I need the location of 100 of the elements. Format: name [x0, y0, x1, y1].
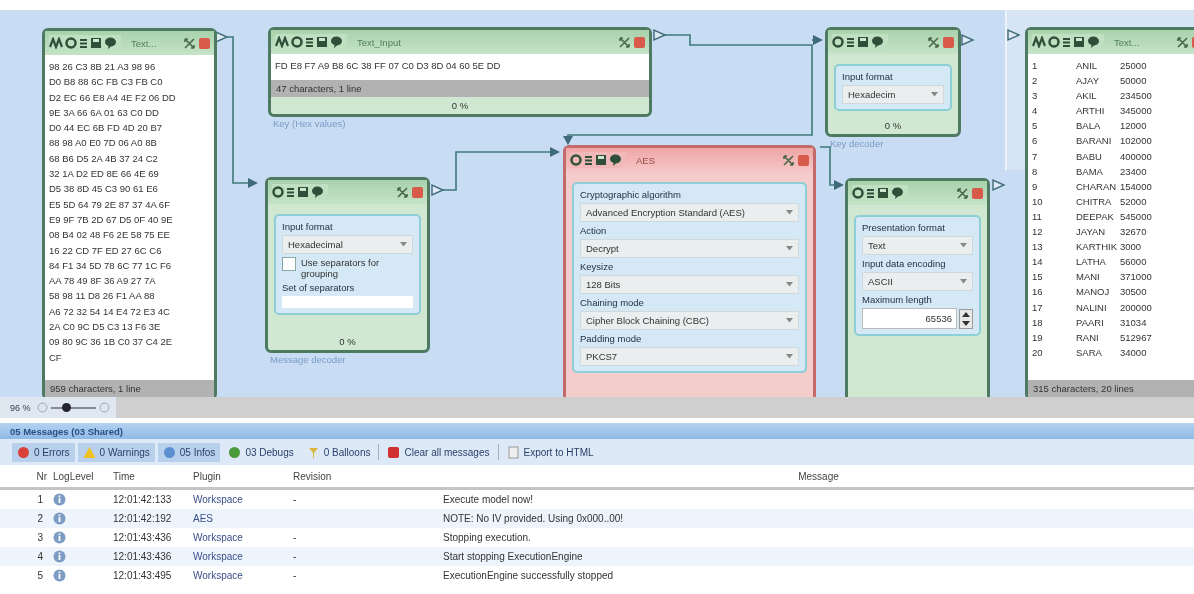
amount-text: 34000 [1120, 345, 1148, 360]
maximize-icon[interactable] [957, 187, 968, 199]
save-icon[interactable] [877, 187, 889, 199]
error-icon [17, 445, 30, 459]
name-text: BABU [1076, 149, 1103, 164]
port-icon[interactable] [961, 33, 975, 47]
row-number: 20 [1032, 345, 1044, 360]
list-icon[interactable] [866, 187, 875, 199]
setting-label: Cryptographic algorithm [580, 189, 682, 200]
gear-icon[interactable] [272, 186, 284, 198]
dropdown[interactable]: PKCS7 [580, 347, 799, 366]
toolbar-button[interactable]: Export to HTML [501, 442, 599, 462]
gear-icon[interactable] [852, 187, 864, 199]
row-number: 16 [1032, 285, 1044, 300]
port-icon[interactable] [653, 28, 667, 42]
text-line: D2 EC 66 E8 A4 4E F2 06 DD [49, 90, 177, 105]
maximize-icon[interactable] [928, 36, 939, 48]
save-icon[interactable] [297, 186, 309, 198]
dropdown[interactable]: Text [862, 236, 973, 255]
list-icon[interactable] [79, 37, 88, 49]
save-icon[interactable] [857, 36, 869, 48]
gear-icon[interactable] [65, 37, 77, 49]
zoom-slider[interactable] [50, 406, 96, 409]
slider-thumb[interactable] [62, 402, 72, 412]
speech-bubble-icon[interactable] [609, 154, 622, 166]
zigzag-icon[interactable] [1032, 36, 1046, 48]
row-number: 9 [1032, 179, 1039, 194]
column-header[interactable]: LogLevel [53, 470, 113, 482]
plugin-node[interactable]: AES Cryptographic algorithm Advanced Encryption Standard (AES) Action Decrypt Keysize 128 Bits Chaining mode Cipher Block Chaining (CBC) Padding mode PKCS7 [563, 145, 816, 397]
port-icon[interactable] [431, 183, 445, 197]
maximize-icon[interactable] [783, 154, 794, 166]
plugin-node[interactable]: Presentation format Text Input data encoding ASCII Maximum length 65536 [845, 178, 990, 397]
dropdown[interactable]: Advanced Encryption Standard (AES) [580, 203, 799, 222]
scroll-bar[interactable]: 96 % [0, 397, 1194, 418]
save-icon[interactable] [595, 154, 607, 166]
text-line: 68 B6 D5 2A 4B 37 24 C2 [49, 151, 159, 166]
list-icon[interactable] [286, 186, 295, 198]
text-line: 09 80 9C 36 1B C0 37 C4 2E [49, 335, 174, 350]
save-icon[interactable] [316, 36, 328, 48]
column-header[interactable]: Time [113, 470, 193, 482]
spinner-button[interactable] [959, 308, 973, 329]
port-icon[interactable] [1007, 28, 1021, 42]
speech-bubble-icon[interactable] [104, 37, 117, 49]
text-area[interactable]: FD E8 F7 A9 B8 6C 38 FF 07 C0 D3 8D 04 60 5E DD [271, 54, 649, 80]
dropdown[interactable]: Hexadecim [842, 85, 944, 104]
name-text: MANI [1076, 270, 1101, 285]
speech-bubble-icon[interactable] [311, 186, 324, 198]
dropdown[interactable]: ASCII [862, 272, 973, 291]
speech-bubble-icon[interactable] [330, 36, 343, 48]
maximize-icon[interactable] [184, 37, 195, 49]
gear-icon[interactable] [570, 154, 582, 166]
text-line: 16 22 CD 7F ED 27 6C C6 [49, 243, 163, 258]
setting-label: Input format [282, 221, 334, 232]
amount-text: 50000 [1120, 74, 1148, 89]
zigzag-icon[interactable] [275, 36, 289, 48]
column-header[interactable]: Message [443, 470, 1194, 482]
filter-button[interactable]: 0 Balloons [301, 442, 376, 462]
column-header[interactable]: Revision [293, 470, 443, 482]
maximize-icon[interactable] [397, 186, 408, 198]
list-icon[interactable] [846, 36, 855, 48]
gear-icon[interactable] [291, 36, 303, 48]
caret-icon [960, 243, 967, 248]
dropdown[interactable]: Decrypt [580, 239, 799, 258]
column-header[interactable]: Plugin [193, 470, 293, 482]
setting-label: Chaining mode [580, 297, 645, 308]
zigzag-icon[interactable] [49, 37, 63, 49]
speech-bubble-icon[interactable] [871, 36, 884, 48]
maximize-icon[interactable] [619, 36, 630, 48]
column-header[interactable]: Nr [8, 470, 53, 482]
table-cell-text: NOTE: No IV provided. Using 0x000..00! [443, 513, 625, 524]
checkbox[interactable] [282, 257, 296, 271]
save-icon[interactable] [1073, 36, 1085, 48]
clear-icon [387, 445, 401, 459]
info-icon [53, 512, 66, 525]
filter-button[interactable]: 0 Warnings [77, 442, 155, 462]
amount-text: 234500 [1120, 89, 1153, 104]
table-cell-text: Workspace [193, 532, 244, 543]
number-field[interactable]: 65536 [862, 308, 957, 329]
speech-bubble-icon[interactable] [1087, 36, 1100, 48]
character-count: 315 characters, 20 lines [1028, 380, 1194, 397]
maximize-icon[interactable] [1177, 36, 1188, 48]
gear-icon[interactable] [832, 36, 844, 48]
dropdown[interactable]: 128 Bits [580, 275, 799, 294]
gear-icon[interactable] [1048, 36, 1060, 48]
save-icon[interactable] [90, 37, 102, 49]
port-icon[interactable] [992, 178, 1006, 192]
filter-button[interactable]: 0 Errors [12, 442, 75, 462]
toolbar-button[interactable]: Clear all messages [382, 442, 495, 462]
dropdown[interactable]: Cipher Block Chaining (CBC) [580, 311, 799, 330]
name-text: DEEPAK [1076, 209, 1115, 224]
list-icon[interactable] [584, 154, 593, 166]
info-icon [162, 445, 176, 459]
filter-button[interactable]: 03 Debugs [223, 442, 299, 462]
filter-button[interactable]: 05 Infos [157, 442, 221, 462]
speech-bubble-icon[interactable] [891, 187, 904, 199]
caret-icon [931, 92, 938, 97]
dropdown[interactable]: Hexadecimal [282, 235, 413, 254]
list-icon[interactable] [1062, 36, 1071, 48]
input-field[interactable] [282, 296, 413, 308]
list-icon[interactable] [305, 36, 314, 48]
